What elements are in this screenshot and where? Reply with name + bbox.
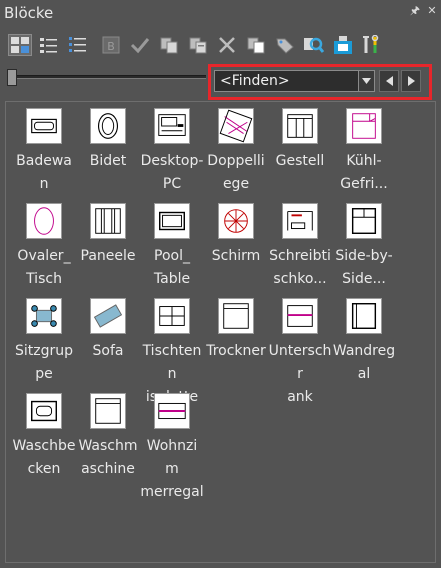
block-item[interactable]: Waschbe cken <box>12 393 76 481</box>
block-item[interactable]: Sofa <box>76 298 140 363</box>
dryer-icon <box>218 298 254 334</box>
block-item[interactable]: Ovaler_ Tisch <box>12 203 76 291</box>
block-label: Waschm aschine <box>78 438 138 477</box>
block-item[interactable]: Side-by- Side... <box>332 203 396 291</box>
search-input[interactable]: <Finden> <box>214 70 359 92</box>
block-label: Gestell <box>275 153 325 169</box>
find-icon[interactable] <box>302 34 326 56</box>
check-icon[interactable] <box>128 34 152 56</box>
block-item[interactable]: Schreibti schko... <box>268 203 332 291</box>
block-label: Paneele <box>80 248 136 264</box>
svg-text:B: B <box>107 40 115 53</box>
block-label: Unterschr ank <box>268 343 332 405</box>
block-icon[interactable]: B <box>99 34 123 56</box>
washbasin-icon <box>26 393 62 429</box>
block-label: Sofa <box>92 343 124 359</box>
wall-shelf-icon <box>346 298 382 334</box>
block-item[interactable]: Doppelli ege <box>204 108 268 196</box>
block-item[interactable]: Bidet <box>76 108 140 173</box>
pool-table-icon <box>154 203 190 239</box>
base-cabinet-icon <box>282 298 318 334</box>
rack-icon <box>282 108 318 144</box>
oval-table-icon <box>26 203 62 239</box>
block-item[interactable]: Schirm <box>204 203 268 268</box>
block-label: Desktop- PC <box>140 153 204 192</box>
fridge-freezer-icon <box>346 108 382 144</box>
block-item[interactable]: Wandreg al <box>332 298 396 386</box>
seating-group-icon <box>26 298 62 334</box>
washing-machine-icon <box>90 393 126 429</box>
block-label: Ovaler_ Tisch <box>17 248 71 287</box>
tag-icon[interactable] <box>273 34 297 56</box>
umbrella-icon <box>218 203 254 239</box>
table-tennis-icon <box>154 298 190 334</box>
sofa-icon <box>90 298 126 334</box>
living-room-shelf-icon <box>154 393 190 429</box>
panel-titlebar: Blöcke 🖈 ✕ <box>0 0 441 28</box>
block-label: Sitzgrup pe <box>14 343 74 382</box>
desk-icon <box>282 203 318 239</box>
chevron-down-icon[interactable] <box>358 70 375 92</box>
pin-icon[interactable]: 🖈 <box>408 3 422 19</box>
previous-result-button[interactable] <box>379 70 399 92</box>
block-item[interactable]: Desktop- PC <box>140 108 204 196</box>
block-label: Kühl- Gefri... <box>340 153 388 192</box>
block-label: Bidet <box>89 153 127 169</box>
block-label: Doppelli ege <box>207 153 265 192</box>
bidet-icon <box>90 108 126 144</box>
delete-icon[interactable] <box>215 34 239 56</box>
next-result-button[interactable] <box>401 70 421 92</box>
list-view-icon[interactable] <box>37 34 61 56</box>
detail-view-icon[interactable] <box>66 34 90 56</box>
double-bed-icon <box>218 108 254 144</box>
block-item[interactable]: Waschm aschine <box>76 393 140 481</box>
toolbar: B <box>0 31 441 61</box>
block-label: Schreibti schko... <box>269 248 331 287</box>
block-item[interactable]: Wohnzim merregal <box>140 393 204 504</box>
bathtub-icon <box>26 108 62 144</box>
block-item[interactable]: Paneele <box>76 203 140 268</box>
block-label: Pool_ Table <box>153 248 191 287</box>
thumbnail-view-icon[interactable] <box>8 34 32 56</box>
duplicate-icon[interactable] <box>244 34 268 56</box>
block-item[interactable]: Unterschr ank <box>268 298 332 409</box>
tools-icon[interactable] <box>360 34 384 56</box>
zoom-slider-track[interactable] <box>16 75 206 79</box>
copy-icon[interactable] <box>157 34 181 56</box>
blocks-grid: Badewan neBidetDesktop- PCDoppelli egeGe… <box>5 101 436 563</box>
block-item[interactable]: Gestell <box>268 108 332 173</box>
paste-icon[interactable] <box>186 34 210 56</box>
block-item[interactable]: Pool_ Table <box>140 203 204 291</box>
block-item[interactable]: Trockner <box>204 298 268 363</box>
insert-icon[interactable] <box>331 34 355 56</box>
side-by-side-icon <box>346 203 382 239</box>
block-label: Wohnzim merregal <box>140 438 204 500</box>
block-label: Side-by- Side... <box>335 248 393 287</box>
block-label: Waschbe cken <box>12 438 76 477</box>
close-icon[interactable]: ✕ <box>425 3 439 19</box>
panel-title: Blöcke <box>4 4 54 22</box>
desktop-pc-icon <box>154 108 190 144</box>
zoom-slider-row: <Finden> <box>0 64 441 100</box>
panels-icon <box>90 203 126 239</box>
block-label: Schirm <box>211 248 261 264</box>
zoom-slider-thumb[interactable] <box>7 69 17 86</box>
block-label: Wandreg al <box>332 343 396 382</box>
block-item[interactable]: Kühl- Gefri... <box>332 108 396 196</box>
block-item[interactable]: Sitzgrup pe <box>12 298 76 386</box>
block-label: Trockner <box>206 343 266 359</box>
